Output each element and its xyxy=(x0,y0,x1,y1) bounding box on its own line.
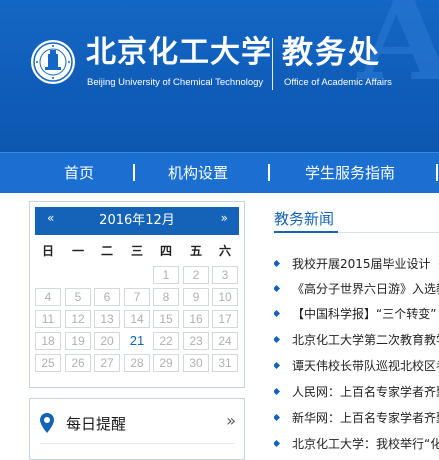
calendar-day[interactable]: 19 xyxy=(65,332,91,350)
news-item[interactable]: 【中国科学报】“三个转变” xyxy=(274,304,439,324)
bullet-icon xyxy=(274,361,281,370)
bullet-icon xyxy=(274,309,281,318)
school-name-cn: 北京化工大学 xyxy=(86,35,272,70)
news-item[interactable]: 北京化工大学第二次教育教学 xyxy=(274,330,439,350)
calendar-day[interactable]: 5 xyxy=(65,288,91,306)
bullet-icon xyxy=(274,335,281,344)
news-section-title: 教务新闻 xyxy=(274,210,335,228)
calendar-day[interactable]: 2 xyxy=(183,266,209,284)
school-emblem-icon xyxy=(31,40,75,84)
news-item-text: 谭天伟校长带队巡视北校区考 xyxy=(292,359,439,373)
site-header: A 北京化工大学 Beijing University of Chemical … xyxy=(0,0,439,152)
calendar-day[interactable]: 15 xyxy=(153,310,179,328)
news-item[interactable]: 北京化工大学：我校举行“化 xyxy=(274,434,439,454)
weekday-label: 三 xyxy=(130,244,143,258)
news-item-text: 我校开展2015届毕业设计（ xyxy=(292,257,439,271)
calendar-day[interactable]: 11 xyxy=(35,310,61,328)
nav-item-student-services[interactable]: 学生服务指南 xyxy=(305,153,395,193)
weekday-label: 五 xyxy=(189,244,202,258)
header-divider xyxy=(272,38,273,90)
news-item-text: 《高分子世界六日游》入选教 xyxy=(292,282,439,296)
calendar-day[interactable]: 6 xyxy=(94,288,120,306)
calendar-next-button[interactable]: » xyxy=(221,211,228,225)
news-item[interactable]: 人民网：上百名专家学者齐聚 xyxy=(274,382,439,402)
calendar-day[interactable]: 3 xyxy=(212,266,238,284)
calendar-day[interactable]: 23 xyxy=(183,332,209,350)
news-item[interactable]: 《高分子世界六日游》入选教 xyxy=(274,279,439,299)
daily-reminder-panel: 每日提醒 » xyxy=(29,398,245,460)
calendar-weekday-row: 日 一 二 三 四 五 六 xyxy=(35,242,239,260)
calendar-day[interactable]: 7 xyxy=(124,288,150,306)
weekday-label: 四 xyxy=(159,244,172,258)
news-item-text: 北京化工大学第二次教育教学 xyxy=(292,333,439,347)
calendar-day[interactable]: 31 xyxy=(212,354,238,372)
dept-name-en: Office of Academic Affairs xyxy=(284,77,392,88)
dept-name-cn: 教务处 xyxy=(282,35,381,71)
news-title-underline xyxy=(274,231,338,233)
location-pin-icon xyxy=(40,413,54,433)
nav-item-home[interactable]: 首页 xyxy=(64,153,94,193)
calendar-day[interactable]: 18 xyxy=(35,332,61,350)
calendar-prev-button[interactable]: « xyxy=(47,211,54,225)
calendar-day[interactable]: 25 xyxy=(35,354,61,372)
calendar-day[interactable]: 28 xyxy=(124,354,150,372)
calendar-day[interactable]: 26 xyxy=(65,354,91,372)
main-nav: 首页 机构设置 学生服务指南 xyxy=(0,152,439,193)
reminder-more-button[interactable]: » xyxy=(226,411,236,430)
calendar-widget: 2016年12月 « » 日 一 二 三 四 五 六 1 2 3 4 5 6 7 8 9 10 11… xyxy=(29,201,245,388)
calendar-day[interactable]: 10 xyxy=(212,288,238,306)
calendar-day[interactable]: 16 xyxy=(183,310,209,328)
bullet-icon xyxy=(274,413,281,422)
news-item[interactable]: 我校开展2015届毕业设计（ xyxy=(274,254,439,274)
calendar-day[interactable]: 24 xyxy=(212,332,238,350)
bullet-icon xyxy=(274,439,281,448)
calendar-day[interactable]: 22 xyxy=(153,332,179,350)
calendar-day[interactable]: 30 xyxy=(183,354,209,372)
news-item[interactable]: 谭天伟校长带队巡视北校区考 xyxy=(274,356,439,376)
news-item-text: 【中国科学报】“三个转变” xyxy=(292,307,437,321)
nav-separator xyxy=(268,164,270,181)
nav-separator xyxy=(436,164,438,181)
calendar-month-title: 2016年12月 xyxy=(99,213,175,228)
weekday-label: 日 xyxy=(41,244,54,258)
calendar-day[interactable]: 9 xyxy=(183,288,209,306)
calendar-day[interactable]: 17 xyxy=(212,310,238,328)
weekday-label: 六 xyxy=(218,244,231,258)
news-item-text: 人民网：上百名专家学者齐聚 xyxy=(292,385,439,399)
bullet-icon xyxy=(274,284,281,293)
news-item-text: 北京化工大学：我校举行“化 xyxy=(292,437,439,451)
news-item[interactable]: 新华网：上百名专家学者齐聚 xyxy=(274,408,439,428)
calendar-day[interactable]: 27 xyxy=(94,354,120,372)
calendar-day-today[interactable]: 21 xyxy=(124,332,150,350)
calendar-day[interactable]: 12 xyxy=(65,310,91,328)
news-item-text: 新华网：上百名专家学者齐聚 xyxy=(292,411,439,425)
calendar-day[interactable]: 1 xyxy=(153,266,179,284)
calendar-day[interactable]: 14 xyxy=(124,310,150,328)
calendar-header: 2016年12月 « » xyxy=(35,207,239,235)
calendar-day[interactable]: 8 xyxy=(153,288,179,306)
reminder-title: 每日提醒 xyxy=(66,415,127,433)
calendar-day[interactable]: 20 xyxy=(94,332,120,350)
calendar-day[interactable]: 13 xyxy=(94,310,120,328)
bullet-icon xyxy=(274,259,281,268)
bullet-icon xyxy=(274,387,281,396)
calendar-day[interactable]: 29 xyxy=(153,354,179,372)
reminder-divider xyxy=(40,443,234,444)
calendar-day[interactable]: 4 xyxy=(35,288,61,306)
nav-separator xyxy=(133,164,135,181)
weekday-label: 二 xyxy=(100,244,113,258)
school-name-en: Beijing University of Chemical Technolog… xyxy=(87,77,264,88)
weekday-label: 一 xyxy=(71,244,84,258)
nav-item-organization[interactable]: 机构设置 xyxy=(168,153,228,193)
